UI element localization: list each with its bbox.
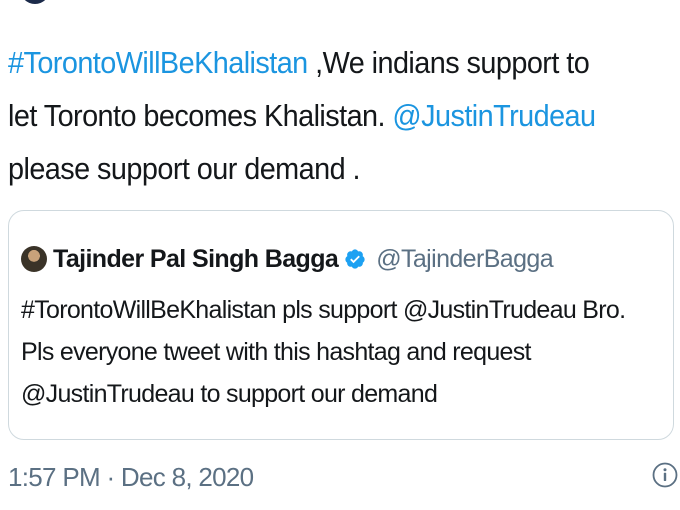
quoted-tweet-text: #TorontoWillBeKhalistan pls support @Jus… bbox=[21, 296, 626, 408]
quoted-author-name[interactable]: Tajinder Pal Singh Bagga bbox=[53, 245, 339, 274]
tweet-text: #TorontoWillBeKhalistan ,We indians supp… bbox=[8, 36, 622, 195]
quoted-author-handle[interactable]: @TajinderBagga bbox=[376, 245, 553, 274]
hashtag-link[interactable]: #TorontoWillBeKhalistan bbox=[8, 45, 308, 80]
quoted-tweet-header: Tajinder Pal Singh Bagga @TajinderBagga bbox=[21, 239, 554, 279]
quoted-author-avatar[interactable] bbox=[21, 246, 47, 272]
verified-badge-icon bbox=[345, 249, 365, 269]
tweet-text-part2: please support our demand . bbox=[8, 151, 361, 186]
info-icon[interactable] bbox=[652, 462, 678, 488]
tweet-timestamp[interactable]: 1:57 PM · Dec 8, 2020 bbox=[8, 462, 254, 493]
quoted-tweet-card[interactable]: Tajinder Pal Singh Bagga @TajinderBagga … bbox=[8, 210, 674, 440]
author-avatar[interactable] bbox=[20, 0, 50, 4]
mention-link[interactable]: @JustinTrudeau bbox=[392, 98, 596, 133]
